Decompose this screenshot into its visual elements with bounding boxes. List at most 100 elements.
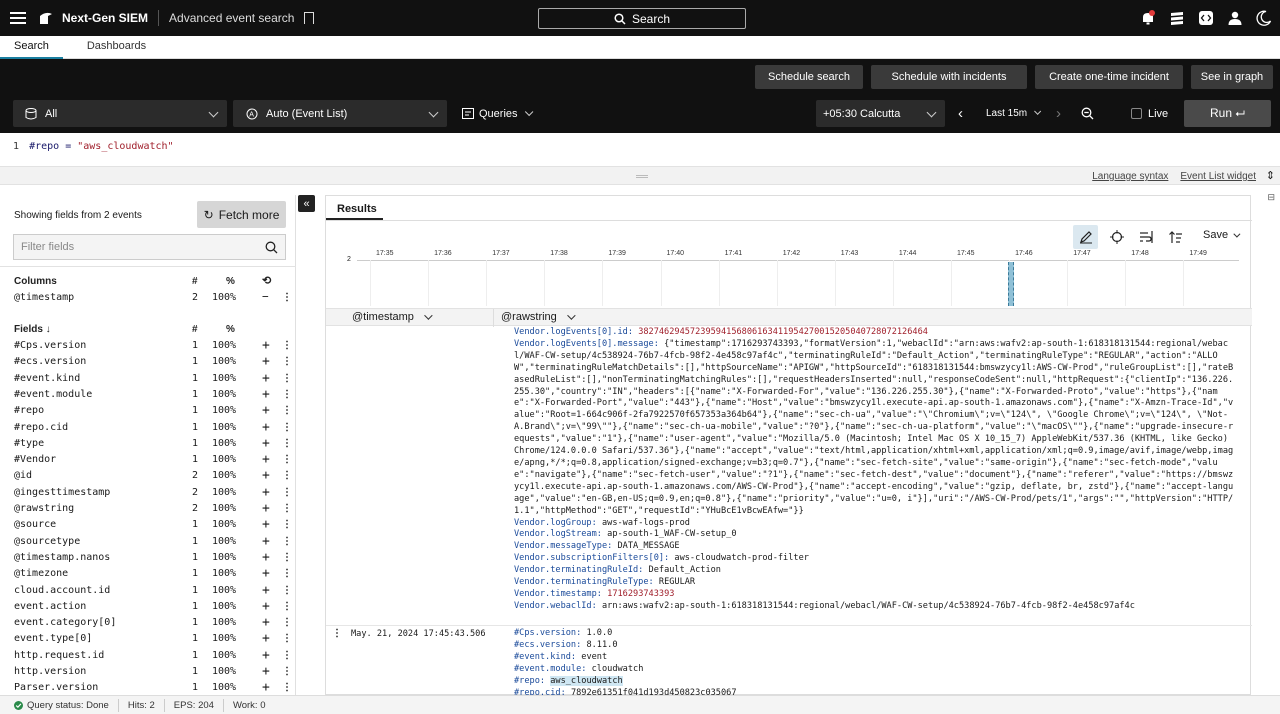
field-row[interactable]: #Cps.version 1 100% + ⋮: [14, 338, 292, 356]
field-menu-icon[interactable]: ⋮: [282, 389, 292, 400]
field-row[interactable]: @rawstring 2 100% + ⋮: [14, 501, 292, 519]
timezone-select[interactable]: +05:30 Calcutta: [816, 100, 945, 127]
field-menu-icon[interactable]: ⋮: [282, 422, 292, 433]
field-menu-icon[interactable]: ⋮: [282, 405, 292, 416]
reset-columns-icon[interactable]: ⟲: [262, 274, 271, 287]
add-column-icon[interactable]: +: [262, 534, 270, 549]
add-column-icon[interactable]: +: [262, 517, 270, 532]
field-menu-icon[interactable]: ⋮: [282, 536, 292, 547]
field-menu-icon[interactable]: ⋮: [282, 519, 292, 530]
field-menu-icon[interactable]: ⋮: [282, 682, 292, 693]
live-toggle[interactable]: Live: [1131, 100, 1168, 127]
create-incident-button[interactable]: Create one-time incident: [1035, 65, 1183, 89]
add-column-icon[interactable]: +: [262, 452, 270, 467]
add-column-icon[interactable]: +: [262, 403, 270, 418]
field-row[interactable]: #ecs.version 1 100% + ⋮: [14, 354, 292, 372]
prev-range-icon[interactable]: ‹: [958, 100, 963, 127]
field-menu-icon[interactable]: ⋮: [282, 487, 292, 498]
field-row[interactable]: #type 1 100% + ⋮: [14, 436, 292, 454]
time-range-select[interactable]: Last 15m: [986, 100, 1042, 127]
field-menu-icon[interactable]: ⋮: [282, 340, 292, 351]
theme-moon-icon[interactable]: [1256, 10, 1272, 26]
collapse-sidebar-button[interactable]: «: [298, 195, 315, 212]
filter-fields-input[interactable]: Filter fields: [13, 234, 286, 260]
field-row[interactable]: #event.kind 1 100% + ⋮: [14, 371, 292, 389]
editor-splitter[interactable]: Language syntax Event List widget ⇕: [0, 166, 1280, 185]
highlight-tool-icon[interactable]: [1073, 225, 1098, 249]
expand-icon[interactable]: ⇕: [1266, 169, 1275, 182]
add-column-icon[interactable]: +: [262, 664, 270, 679]
query-editor[interactable]: 1 #repo = "aws_cloudwatch": [0, 133, 1280, 166]
sort-order-icon[interactable]: [1163, 225, 1188, 249]
crosshair-icon[interactable]: [1104, 225, 1129, 249]
event-rawstring[interactable]: Vendor.logEvents[0].id: 3827462945723959…: [514, 327, 1234, 613]
developer-icon[interactable]: [1198, 10, 1214, 26]
field-row[interactable]: http.request.id 1 100% + ⋮: [14, 648, 292, 666]
field-row[interactable]: @sourcetype 1 100% + ⋮: [14, 534, 292, 552]
field-menu-icon[interactable]: ⋮: [282, 503, 292, 514]
field-menu-icon[interactable]: ⋮: [282, 633, 292, 644]
add-column-icon[interactable]: +: [262, 338, 270, 353]
field-menu-icon[interactable]: ⋮: [282, 650, 292, 661]
wrap-lines-icon[interactable]: [1133, 225, 1158, 249]
see-in-graph-button[interactable]: See in graph: [1191, 65, 1273, 89]
add-column-icon[interactable]: +: [262, 615, 270, 630]
field-menu-icon[interactable]: ⋮: [282, 356, 292, 367]
schedule-with-incidents-button[interactable]: Schedule with incidents: [871, 65, 1027, 89]
event-histogram[interactable]: 2 17:35 17:36 17:37 17:38 17:39 17:40 17:41 17:…: [344, 250, 1241, 308]
repository-select[interactable]: All: [13, 100, 227, 127]
add-column-icon[interactable]: +: [262, 599, 270, 614]
mode-select[interactable]: A Auto (Event List): [233, 100, 447, 127]
add-column-icon[interactable]: +: [262, 501, 270, 516]
results-tab[interactable]: Results: [326, 196, 383, 220]
field-row[interactable]: #repo.cid 1 100% + ⋮: [14, 420, 292, 438]
field-menu-icon[interactable]: ⋮: [282, 601, 292, 612]
add-column-icon[interactable]: +: [262, 371, 270, 386]
field-menu-icon[interactable]: ⋮: [282, 617, 292, 628]
field-menu-icon[interactable]: ⋮: [282, 292, 292, 303]
field-row[interactable]: event.action 1 100% + ⋮: [14, 599, 292, 617]
drag-handle-icon[interactable]: [636, 175, 648, 178]
field-menu-icon[interactable]: ⋮: [282, 470, 292, 481]
fetch-more-button[interactable]: ↻ Fetch more: [197, 201, 286, 228]
tab-search[interactable]: Search: [0, 36, 63, 59]
field-row[interactable]: #event.module 1 100% + ⋮: [14, 387, 292, 405]
field-menu-icon[interactable]: ⋮: [282, 454, 292, 465]
tab-dashboards[interactable]: Dashboards: [63, 36, 160, 59]
rawstring-column-header[interactable]: @rawstring: [501, 311, 576, 323]
add-column-icon[interactable]: +: [262, 420, 270, 435]
field-row[interactable]: @timezone 1 100% + ⋮: [14, 566, 292, 584]
event-row[interactable]: ⋮ May. 21, 2024 17:45:43.506 #Cps.versio…: [326, 625, 1252, 698]
user-icon[interactable]: [1227, 10, 1243, 26]
add-column-icon[interactable]: +: [262, 436, 270, 451]
add-column-icon[interactable]: +: [262, 485, 270, 500]
global-search[interactable]: Search: [538, 8, 746, 29]
add-column-icon[interactable]: +: [262, 680, 270, 695]
remove-column-icon[interactable]: −: [262, 290, 269, 303]
add-column-icon[interactable]: +: [262, 550, 270, 565]
field-row[interactable]: @source 1 100% + ⋮: [14, 517, 292, 535]
add-column-icon[interactable]: +: [262, 387, 270, 402]
field-row[interactable]: http.version 1 100% + ⋮: [14, 664, 292, 682]
zoom-out-icon[interactable]: [1081, 100, 1094, 127]
column-row[interactable]: @timestamp 2 100% − ⋮: [14, 290, 292, 308]
add-column-icon[interactable]: +: [262, 566, 270, 581]
field-menu-icon[interactable]: ⋮: [282, 552, 292, 563]
brand-name[interactable]: Next-Gen SIEM: [62, 11, 148, 25]
save-menu[interactable]: Save: [1203, 229, 1241, 241]
timestamp-column-header[interactable]: @timestamp: [352, 311, 433, 323]
field-menu-icon[interactable]: ⋮: [282, 666, 292, 677]
add-column-icon[interactable]: +: [262, 354, 270, 369]
schedule-search-button[interactable]: Schedule search: [755, 65, 863, 89]
field-row[interactable]: #Vendor 1 100% + ⋮: [14, 452, 292, 470]
field-menu-icon[interactable]: ⋮: [282, 568, 292, 579]
tasks-icon[interactable]: [1169, 10, 1185, 26]
field-row[interactable]: #repo 1 100% + ⋮: [14, 403, 292, 421]
field-menu-icon[interactable]: ⋮: [282, 373, 292, 384]
row-menu-icon[interactable]: ⋮: [332, 628, 342, 639]
event-list-widget-link[interactable]: Event List widget: [1180, 171, 1256, 182]
notifications-icon[interactable]: [1140, 10, 1156, 26]
field-row[interactable]: @timestamp.nanos 1 100% + ⋮: [14, 550, 292, 568]
add-column-icon[interactable]: +: [262, 468, 270, 483]
add-column-icon[interactable]: +: [262, 583, 270, 598]
